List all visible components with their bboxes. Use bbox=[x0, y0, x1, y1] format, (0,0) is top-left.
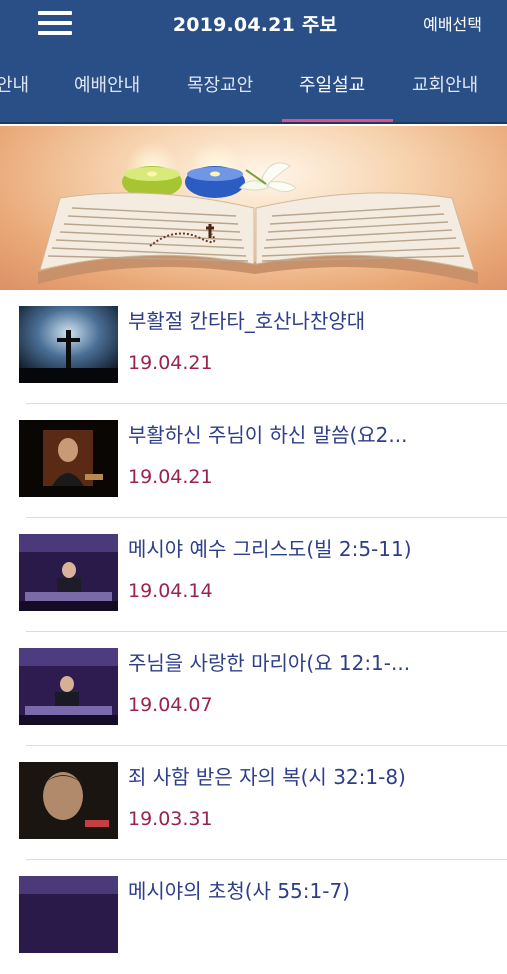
elder-portrait-thumbnail-image bbox=[19, 762, 118, 839]
preacher-video-thumbnail-image bbox=[19, 648, 118, 725]
sermon-date: 19.03.31 bbox=[128, 808, 213, 830]
tab-sunday-sermon[interactable]: 주일설교 bbox=[299, 71, 365, 97]
tab-bar: 안내 예배안내 목장교안 주일설교 교회안내 bbox=[0, 48, 507, 124]
sermon-date: 19.04.07 bbox=[128, 694, 213, 716]
preacher-video-thumbnail-image bbox=[19, 876, 118, 953]
sermon-date: 19.04.21 bbox=[128, 352, 213, 374]
sermon-thumbnail bbox=[19, 534, 118, 611]
top-bar: 2019.04.21 주보 예배선택 bbox=[0, 0, 507, 48]
sermon-thumbnail bbox=[19, 762, 118, 839]
sermon-thumbnail bbox=[19, 306, 118, 383]
preacher-video-thumbnail-image bbox=[19, 534, 118, 611]
sermon-thumbnail bbox=[19, 648, 118, 725]
sermon-title: 부활하신 주님이 하신 말씀(요2... bbox=[128, 423, 408, 447]
sermon-title: 부활절 칸타타_호산나찬양대 bbox=[128, 309, 366, 333]
cross-sky-thumbnail-image bbox=[19, 306, 118, 383]
sermon-item[interactable]: 주님을 사랑한 마리아(요 12:1-... 19.04.07 bbox=[0, 632, 507, 746]
hamburger-menu-icon[interactable] bbox=[38, 11, 72, 37]
sermon-item[interactable]: 부활하신 주님이 하신 말씀(요2... 19.04.21 bbox=[0, 404, 507, 518]
tab-worship-info[interactable]: 예배안내 bbox=[74, 71, 140, 97]
tab-cell-lesson[interactable]: 목장교안 bbox=[187, 71, 253, 97]
sermon-thumbnail bbox=[19, 420, 118, 497]
bible-illustration bbox=[38, 142, 478, 284]
bible-banner-image bbox=[0, 126, 507, 290]
tab-info[interactable]: 안내 bbox=[0, 71, 29, 97]
sermon-title: 죄 사함 받은 자의 복(시 32:1-8) bbox=[128, 765, 406, 789]
page-title: 2019.04.21 주보 bbox=[172, 14, 338, 36]
sermon-thumbnail bbox=[19, 876, 118, 953]
sermon-date: 19.04.21 bbox=[128, 466, 213, 488]
sermon-item[interactable]: 메시야의 초청(사 55:1-7) bbox=[0, 860, 507, 974]
service-select-button[interactable]: 예배선택 bbox=[423, 11, 482, 35]
active-tab-indicator bbox=[282, 119, 393, 122]
sermon-title: 메시야 예수 그리스도(빌 2:5-11) bbox=[128, 537, 412, 561]
portrait-thumbnail-image bbox=[19, 420, 118, 497]
tab-church-info[interactable]: 교회안내 bbox=[412, 71, 478, 97]
sermon-item[interactable]: 죄 사함 받은 자의 복(시 32:1-8) 19.03.31 bbox=[0, 746, 507, 860]
sermon-title: 주님을 사랑한 마리아(요 12:1-... bbox=[128, 651, 411, 675]
sermon-item[interactable]: 부활절 칸타타_호산나찬양대 19.04.21 bbox=[0, 290, 507, 404]
sermon-item[interactable]: 메시야 예수 그리스도(빌 2:5-11) 19.04.14 bbox=[0, 518, 507, 632]
sermon-date: 19.04.14 bbox=[128, 580, 213, 602]
